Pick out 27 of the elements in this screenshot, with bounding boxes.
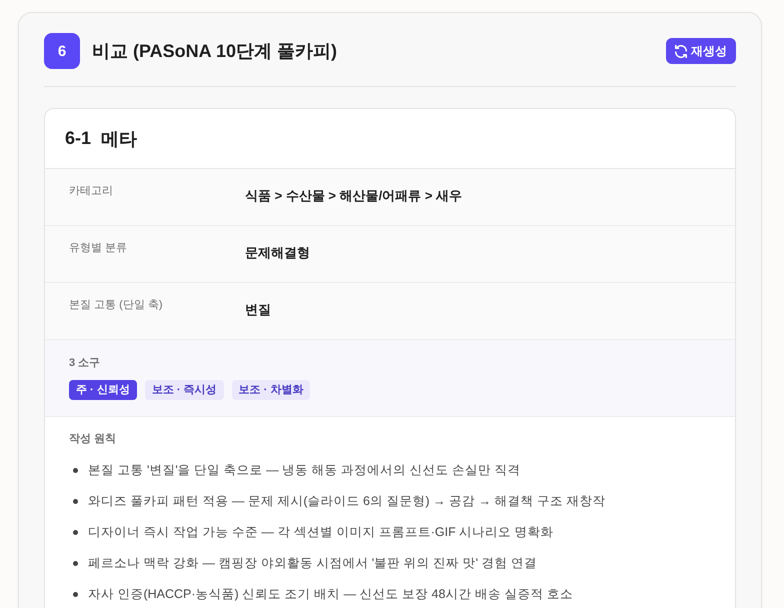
principle-text: 자사 인증(HACCP·농식품) 신뢰도 조기 배치 — 신선도 보장 48시간 배송 실증적 호소: [88, 586, 573, 603]
field-label: 카테고리: [69, 184, 114, 199]
field-label: 유형별 분류: [69, 241, 128, 256]
principle-text: 페르소나 맥락 강화 — 캠핑장 야외활동 시점에서 '불판 위의 진짜 맛' 경험 연결: [88, 555, 537, 572]
bullet-icon: [73, 498, 78, 504]
field-value: 식품 > 수산물 > 해산물/어패류 > 새우: [245, 187, 464, 205]
principle-text: 본질 고통 '변질'을 단일 축으로 — 냉동 해동 과정에서의 신선도 손실만 직격: [88, 462, 520, 479]
panel-number: 6-1: [65, 128, 92, 149]
regenerate-button[interactable]: 재생성: [666, 38, 736, 64]
panel-title: 메타: [101, 128, 138, 150]
bullet-icon: [73, 530, 78, 534]
field-label: 3 소구: [69, 356, 102, 371]
field-label: 작성 원칙: [69, 432, 118, 447]
field-label: 본질 고통 (단일 축): [69, 298, 164, 313]
bullet-icon: [73, 560, 78, 566]
refresh-icon: [675, 44, 687, 58]
bullet-icon: [73, 468, 78, 472]
bullet-icon: [73, 592, 78, 596]
appeal-tag: 보조 · 차별화: [232, 380, 310, 400]
field-value: 문제해결형: [245, 244, 311, 262]
section-number-badge: 6: [44, 33, 80, 69]
section-title: 비교 (PASoNA 10단계 풀카피): [92, 40, 338, 63]
principle-text: 와디즈 풀카피 패턴 적용 — 문제 제시(슬라이드 6의 질문형) → 공감 → 해결책 구조 재창작: [88, 493, 606, 510]
field-value: 변질: [245, 301, 272, 319]
principle-text: 디자이너 즉시 작업 가능 수준 — 각 섹션별 이미지 프롬프트·GIF 시나리오 명확화: [88, 524, 554, 541]
appeal-tag: 보조 · 즉시성: [144, 380, 224, 400]
appeal-tag: 주 · 신뢰성: [69, 380, 137, 400]
